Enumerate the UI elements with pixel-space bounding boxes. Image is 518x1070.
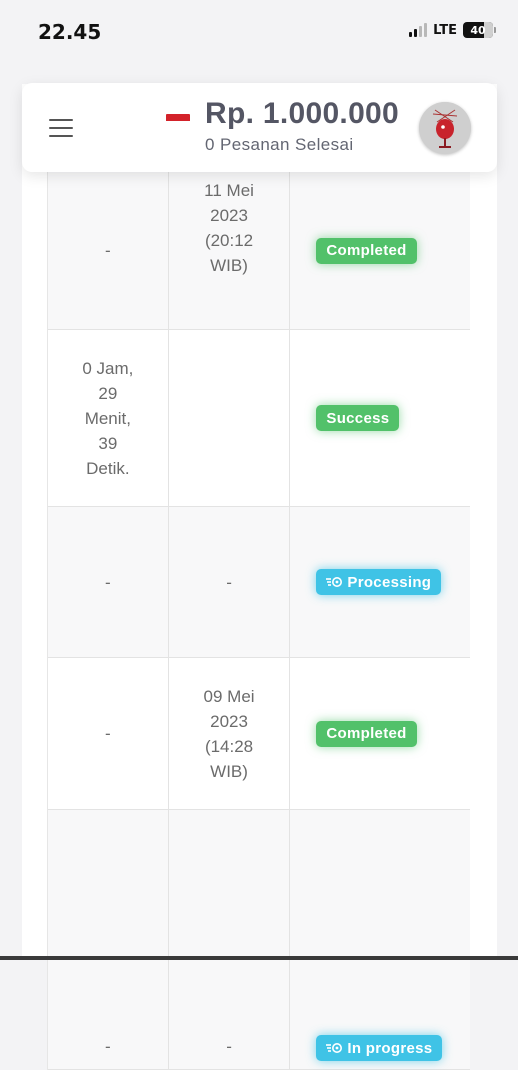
status-time: 22.45 [38,20,101,44]
status-badge-in-progress[interactable]: In progress [316,1035,442,1061]
signal-icon [409,23,427,37]
top-header: Rp. 1.000.000 0 Pesanan Selesai [22,83,497,172]
table-cell-duration: - [48,809,169,1069]
balance-amount: Rp. 1.000.000 [205,97,399,131]
battery-icon: 40 [463,22,496,38]
profile-avatar-icon[interactable] [419,102,471,154]
processing-icon [326,576,342,588]
table-row: 0 Jam, 29 Menit, 39 Detik. Success [48,330,470,507]
table-cell-date: 09 Mei 2023 (14:28 WIB) [169,658,291,809]
indonesia-flag-icon [166,114,190,128]
status-badge-success[interactable]: Success [316,405,399,431]
orders-completed-label: 0 Pesanan Selesai [205,135,354,155]
status-badge-completed[interactable]: Completed [316,721,416,747]
table-row: - - Processing [48,507,470,658]
orders-table: - 11 Mei 2023 (20:12 WIB) Completed 0 Ja… [47,172,470,1070]
processing-icon [326,1042,342,1054]
status-bar: 22.45 LTE 40 [0,0,518,60]
table-cell-duration: - [48,507,169,657]
table-cell-date: - [169,507,291,657]
table-cell-duration: - [48,658,169,809]
table-cell-duration: 0 Jam, 29 Menit, 39 Detik. [48,330,169,506]
home-indicator [0,956,518,960]
battery-level: 40 [470,24,485,37]
table-row: - 11 Mei 2023 (20:12 WIB) Completed [48,172,470,330]
table-cell-date: 11 Mei 2023 (20:12 WIB) [169,172,291,329]
table-row: - 09 Mei 2023 (14:28 WIB) Completed [48,658,470,810]
table-cell-status: Completed [290,172,470,329]
table-cell-date [169,330,291,506]
table-cell-status: Completed [290,658,470,809]
table-cell-duration: - [48,172,169,329]
hamburger-menu-icon[interactable] [49,119,73,137]
table-cell-date: - [169,809,291,1069]
table-row: - - In progress [48,810,470,1070]
status-indicators: LTE 40 [409,22,496,38]
table-cell-status: Processing [290,507,470,657]
network-type: LTE [433,23,457,38]
table-cell-status: Success [290,330,470,506]
status-badge-processing[interactable]: Processing [316,569,441,595]
table-cell-status: In progress [290,809,470,1069]
status-badge-completed[interactable]: Completed [316,238,416,264]
